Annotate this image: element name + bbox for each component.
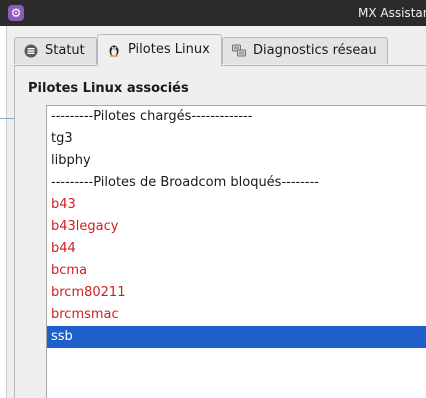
title-bar[interactable]: ⚙ MX Assistant [0,0,426,26]
list-item-selected[interactable]: ssb [47,326,426,348]
list-item-blocked[interactable]: bcma [47,260,426,282]
list-item-blocked[interactable]: brcm80211 [47,282,426,304]
tab-label: Statut [45,43,85,58]
gear-icon[interactable]: ⚙ [8,5,24,21]
list-header[interactable]: ---------Pilotes chargés------------- [47,106,426,128]
tux-penguin-icon [109,45,119,57]
tab-diagnostics-reseau[interactable]: Diagnostics réseau [222,37,388,64]
window-title: MX Assistant [358,6,426,20]
tab-statut[interactable]: Statut [14,37,97,64]
network-icon [232,44,246,57]
list-item-blocked[interactable]: b43legacy [47,216,426,238]
info-icon [24,44,38,58]
driver-list[interactable]: ---------Pilotes chargés------------- tg… [46,105,426,398]
list-item-blocked[interactable]: b44 [47,238,426,260]
list-item-blocked[interactable]: brcmsmac [47,304,426,326]
tab-label: Diagnostics réseau [253,43,377,58]
tab-label: Pilotes Linux [128,42,210,57]
tab-bar: Statut Pilotes Linux Diagnostics réseau [14,34,426,66]
tab-pilotes-linux[interactable]: Pilotes Linux [97,34,222,66]
list-item-blocked[interactable]: b43 [47,194,426,216]
background-window[interactable] [0,26,14,398]
app-window: ⚙ MX Assistant Statut [0,0,426,398]
section-title: Pilotes Linux associés [28,81,189,96]
divider [0,118,14,119]
list-item[interactable]: libphy [47,150,426,172]
list-header[interactable]: ---------Pilotes de Broadcom bloqués----… [47,172,426,194]
list-item[interactable]: tg3 [47,128,426,150]
